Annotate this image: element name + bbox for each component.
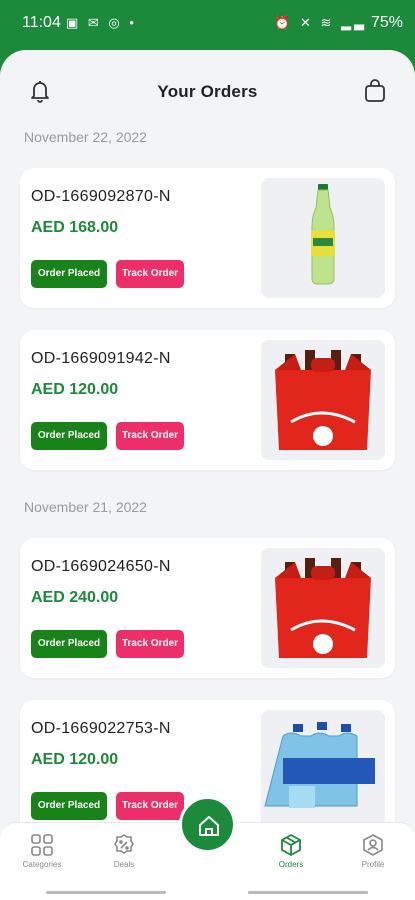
gesture-bar	[46, 891, 166, 894]
order-placed-button[interactable]: Order Placed	[31, 630, 107, 658]
order-price: AED 168.00	[31, 219, 119, 236]
notification-icons: ▣ ✉ ◎ •	[66, 15, 137, 30]
track-order-button[interactable]: Track Order	[116, 792, 184, 820]
cola-six-pack-icon	[275, 350, 371, 450]
product-thumbnail	[261, 710, 385, 830]
order-id: OD-1669024650-N	[31, 558, 171, 575]
nav-label: Orders	[278, 860, 304, 869]
nav-label: Profile	[361, 860, 385, 869]
shopping-bag-icon[interactable]	[363, 78, 387, 104]
page-title: Your Orders	[157, 82, 258, 101]
nav-deals[interactable]: Deals	[84, 833, 164, 869]
nav-label: Categories	[22, 860, 62, 869]
orders-screen: Your Orders November 22, 2022 OD-1669092…	[0, 50, 415, 900]
home-button[interactable]	[179, 796, 236, 853]
track-order-button[interactable]: Track Order	[116, 260, 184, 288]
package-icon	[281, 833, 301, 857]
grid-icon	[31, 834, 53, 856]
nav-categories[interactable]: Categories	[2, 833, 82, 869]
product-thumbnail	[261, 548, 385, 668]
order-card[interactable]: OD-1669091942-N AED 120.00 Order Placed …	[20, 330, 395, 470]
order-placed-button[interactable]: Order Placed	[31, 422, 107, 450]
discount-icon	[114, 834, 134, 854]
status-time: 11:04	[22, 14, 61, 31]
header: Your Orders	[0, 50, 415, 130]
order-date-heading: November 22, 2022	[24, 129, 147, 145]
status-bar: 11:04 ▣ ✉ ◎ • ⏰ ✕ ≋ ▂▃ 75%	[0, 0, 415, 50]
product-thumbnail	[261, 340, 385, 460]
order-id: OD-1669022753-N	[31, 720, 171, 737]
cola-six-pack-icon	[275, 558, 371, 658]
order-placed-button[interactable]: Order Placed	[31, 792, 107, 820]
gesture-bar	[248, 891, 368, 894]
order-price: AED 120.00	[31, 751, 119, 768]
product-thumbnail	[261, 178, 385, 298]
order-price: AED 240.00	[31, 589, 119, 606]
order-placed-button[interactable]: Order Placed	[31, 260, 107, 288]
home-icon	[199, 816, 219, 836]
nav-label: Deals	[113, 860, 135, 869]
order-card[interactable]: OD-1669092870-N AED 168.00 Order Placed …	[20, 168, 395, 308]
soda-bottle-icon	[311, 184, 335, 285]
battery-level: 75%	[370, 14, 403, 31]
order-id: OD-1669092870-N	[31, 188, 171, 205]
order-price: AED 120.00	[31, 381, 119, 398]
track-order-button[interactable]: Track Order	[116, 630, 184, 658]
order-card[interactable]: OD-1669024650-N AED 240.00 Order Placed …	[20, 538, 395, 678]
profile-icon	[363, 834, 383, 856]
track-order-button[interactable]: Track Order	[116, 422, 184, 450]
system-icons: ⏰ ✕ ≋ ▂▃	[274, 15, 367, 30]
order-id: OD-1669091942-N	[31, 350, 171, 367]
order-date-heading: November 21, 2022	[24, 499, 147, 515]
nav-profile[interactable]: Profile	[333, 833, 413, 869]
nav-orders[interactable]: Orders	[251, 833, 331, 869]
water-bottle-pack-icon	[264, 722, 375, 808]
